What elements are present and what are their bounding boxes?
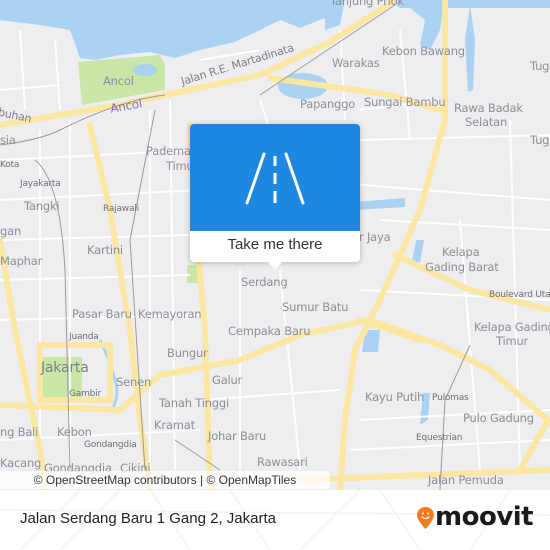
label-rawasari: Rawasari — [257, 455, 308, 469]
label-bungur: Bungur — [167, 346, 208, 360]
label-gambir: Gambir — [69, 389, 101, 399]
label-pasar-baru: Pasar Baru — [72, 307, 132, 321]
label-kota: Kota — [0, 160, 20, 170]
label-kramat: Kramat — [154, 418, 195, 432]
map-attribution[interactable]: © OpenStreetMap contributors | © OpenMap… — [0, 471, 330, 489]
canal-east — [465, 5, 475, 92]
label-juanda: Juanda — [69, 332, 99, 342]
label-gan: gan — [0, 224, 22, 238]
popup-header[interactable] — [190, 124, 360, 231]
canal-mid — [355, 198, 405, 210]
label-kacang: Kacang — [0, 456, 42, 470]
label-kayu-putih: Kayu Putih — [365, 390, 425, 404]
label-kebon-bawang: Kebon Bawang — [382, 44, 465, 58]
label-tanah-tinggi: Tanah Tinggi — [159, 396, 229, 410]
label-ancol-park: Ancol — [103, 74, 134, 88]
label-kelapa-gading-timur-2: Timur — [496, 334, 529, 348]
label-rawa-badak: Rawa Badak — [454, 101, 523, 115]
label-asia: sia — [0, 133, 16, 147]
label-pulo-gadung: Pulo Gadung — [463, 411, 534, 425]
label-serdang: Serdang — [241, 275, 288, 289]
label-sungai-bambu: Sungai Bambu — [364, 95, 446, 109]
label-kelapa-gading-timur-1: Kelapa Gading — [474, 320, 550, 334]
label-galur: Galur — [212, 373, 243, 387]
footer-bar: Jalan Serdang Baru 1 Gang 2, Jakarta moo… — [0, 490, 550, 550]
moovit-pin-icon — [417, 507, 434, 529]
label-sumur-batu: Sumur Batu — [282, 300, 349, 314]
label-cempaka-baru: Cempaka Baru — [228, 324, 311, 338]
label-selatan: Selatan — [465, 115, 508, 129]
label-tanjung-priok: Tanjung Priok — [330, 0, 404, 8]
label-equestrian: Equestrian — [416, 433, 463, 443]
label-senen: Senen — [116, 375, 152, 389]
label-tangki: Tangki — [24, 199, 60, 213]
road-pemuda — [297, 467, 550, 483]
label-tug-2: Tug — [530, 133, 550, 147]
label-kartini: Kartini — [87, 243, 123, 257]
ancol-lagoon — [133, 64, 157, 76]
label-kemayoran: Kemayoran — [138, 307, 202, 321]
label-warakas: Warakas — [332, 56, 380, 70]
label-pademangan: Padema — [146, 144, 191, 158]
label-jalan-pemuda: Jalan Pemuda — [428, 473, 504, 487]
label-jayakarta: Jayakarta — [20, 179, 61, 189]
label-ng-bali: ng Bali — [0, 425, 39, 439]
label-johar-baru: Johar Baru — [208, 429, 267, 443]
label-rajawali: Rajawali — [103, 204, 139, 214]
label-kebon: Kebon — [57, 425, 92, 439]
label-jaya: r Jaya — [359, 230, 391, 244]
gading-pond — [412, 240, 424, 262]
road-icon — [245, 152, 305, 205]
label-kelapa-gading-barat-1: Kelapa — [442, 245, 480, 259]
label-gondangdia-small: Gondangdia — [84, 440, 137, 450]
label-jakarta: Jakarta — [41, 360, 89, 376]
label-pulomas: Pulomas — [432, 393, 469, 403]
label-tug-1: Tug — [530, 59, 550, 73]
take-me-there-button[interactable]: Take me there — [190, 231, 360, 262]
map-view[interactable]: Tanjung Priok Kebon Bawang Warakas Papan… — [0, 0, 550, 490]
label-boulevard-utara: Boulevard Utar — [489, 290, 550, 300]
directions-popup[interactable]: Take me there — [190, 124, 360, 270]
road-east-diag — [517, 417, 550, 473]
label-maphar: Maphar — [0, 254, 43, 268]
label-papanggo: Papanggo — [300, 97, 356, 111]
location-address: Jalan Serdang Baru 1 Gang 2, Jakarta — [20, 510, 276, 527]
label-kelapa-gading-barat-2: Gading Barat — [425, 260, 499, 274]
moovit-wordmark: moovit — [435, 502, 534, 532]
popup-pointer — [267, 261, 283, 270]
